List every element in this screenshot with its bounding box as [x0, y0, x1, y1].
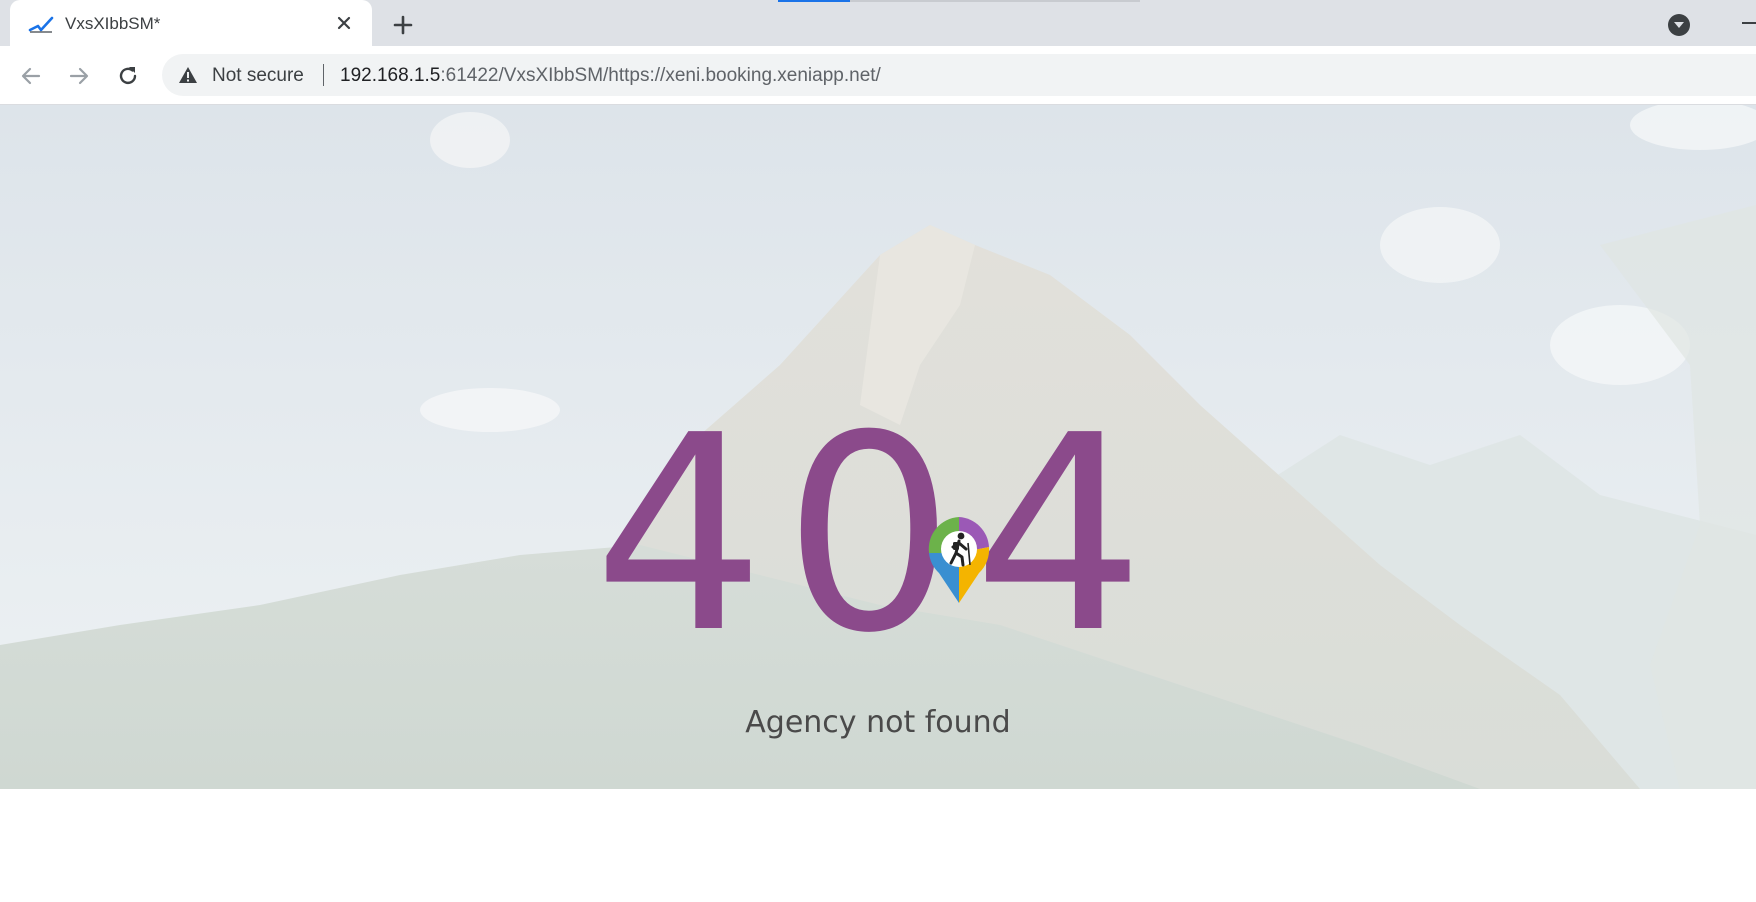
browser-tab[interactable]: VxsXIbbSM* [10, 0, 372, 46]
plus-icon[interactable] [390, 12, 416, 38]
error-digit: 4 [593, 377, 784, 692]
url-path: :61422/VxsXIbbSM/https://xeni.booking.xe… [440, 65, 881, 86]
reload-icon[interactable] [115, 63, 141, 89]
error-message: Agency not found [745, 705, 1011, 740]
hiker-map-pin-logo [928, 517, 990, 603]
minimize-icon[interactable] [1742, 22, 1756, 24]
error-code: 404 [0, 400, 1756, 670]
profile-dropdown-icon[interactable] [1668, 14, 1690, 36]
url-text[interactable]: 192.168.1.5:61422/VxsXIbbSM/https://xeni… [340, 65, 881, 87]
arrow-left-icon[interactable] [18, 63, 44, 89]
arrow-right-icon[interactable] [66, 63, 92, 89]
tab-strip-highlight [850, 0, 1140, 2]
address-bar[interactable]: Not secure 192.168.1.5:61422/VxsXIbbSM/h… [162, 54, 1756, 96]
error-page: 404 Agency not found [0, 105, 1756, 789]
security-label[interactable]: Not secure [212, 65, 304, 87]
check-chart-icon [28, 16, 54, 33]
separator [323, 64, 324, 86]
warning-icon[interactable] [178, 66, 198, 84]
browser-toolbar: Not secure 192.168.1.5:61422/VxsXIbbSM/h… [0, 46, 1756, 105]
error-digit: 4 [972, 377, 1163, 692]
tab-strip: VxsXIbbSM* [0, 0, 1756, 46]
tab-title: VxsXIbbSM* [65, 14, 161, 33]
close-icon[interactable] [332, 11, 356, 35]
url-host: 192.168.1.5 [340, 65, 441, 86]
loading-indicator [778, 0, 850, 2]
page-footer-area [0, 789, 1756, 902]
